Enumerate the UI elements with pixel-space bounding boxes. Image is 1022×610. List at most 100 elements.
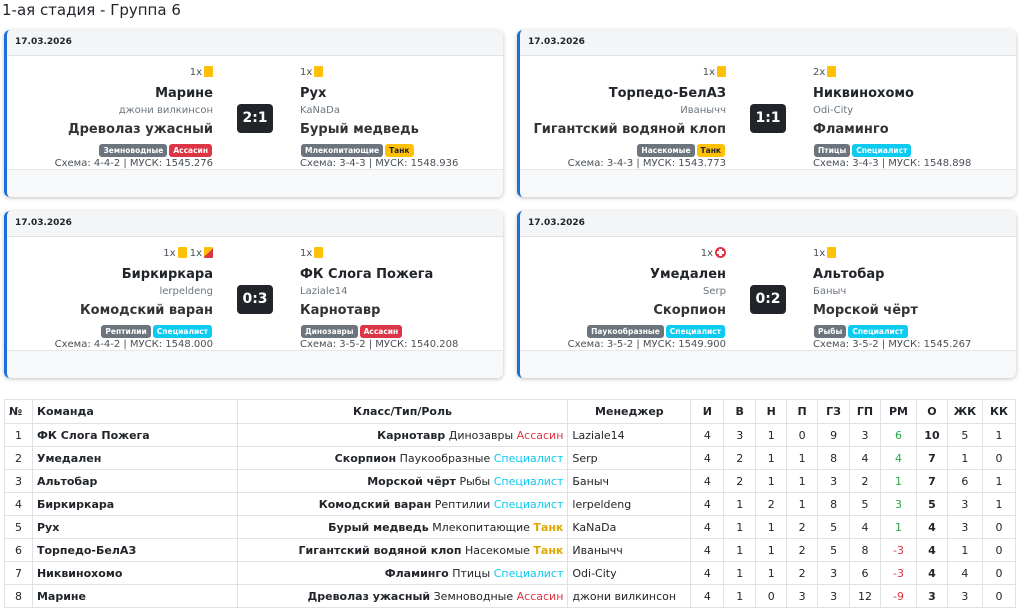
row-i: 4 (690, 423, 725, 447)
row-gf: 5 (817, 515, 851, 539)
row-class: Морской чёрт Рыбы Специалист (236, 469, 569, 493)
row-manager[interactable]: джони вилкинсон (567, 584, 692, 608)
manager-name[interactable]: Иванычч (520, 104, 726, 118)
row-type: Птицы (452, 566, 491, 580)
row-rc: 0 (981, 538, 1017, 562)
row-ga: 5 (849, 492, 882, 516)
row-type: Рептилии (434, 497, 491, 511)
match-score[interactable]: 0:2 (750, 285, 786, 314)
badges: Динозавры Ассасин (300, 322, 503, 338)
row-gd: 1 (880, 515, 917, 539)
row-team[interactable]: Никвинохомо (31, 561, 238, 585)
manager-name[interactable]: Serp (520, 285, 726, 299)
manager-name[interactable]: Баныч (813, 285, 1016, 299)
row-gd: 6 (880, 423, 917, 447)
match-score[interactable]: 2:1 (237, 104, 273, 133)
row-team[interactable]: Биркиркара (31, 492, 238, 516)
row-manager[interactable]: KaNaDa (567, 515, 692, 539)
row-manager[interactable]: Иванычч (567, 538, 692, 562)
row-manager[interactable]: Serp (567, 446, 692, 470)
badges: Рептилии Специалист (7, 322, 213, 338)
row-yc: 1 (946, 446, 983, 470)
type-badge: Динозавры (301, 325, 358, 338)
yellow-card-icon (827, 247, 837, 258)
yellow-card-icon (314, 66, 324, 77)
match-card[interactable]: 17.03.2026 1x 1x Биркиркара lerpeldeng Комод… (4, 211, 503, 378)
card-footer (7, 169, 503, 197)
match-date: 17.03.2026 (7, 30, 503, 56)
row-type: Рыбы (459, 474, 491, 488)
row-manager[interactable]: Laziale14 (567, 423, 692, 447)
row-rc: 0 (981, 561, 1017, 585)
manager-name[interactable]: KaNaDa (300, 104, 503, 118)
club-name[interactable]: Альтобар (813, 267, 1016, 283)
match-card[interactable]: 17.03.2026 1x Марине джони вилкинсон Древола… (4, 30, 503, 197)
club-name[interactable]: ФК Слога Пожега (300, 267, 503, 283)
row-rank: 4 (4, 492, 33, 516)
home-team: 1x Умедален Serp Скорпион Паукообразные Специ… (520, 237, 726, 352)
manager-name[interactable]: Laziale14 (300, 285, 503, 299)
club-name[interactable]: Умедален (520, 267, 726, 283)
row-class: Гигантский водяной клоп Насекомые Танк (236, 538, 569, 562)
row-yc: 1 (946, 538, 983, 562)
row-role: Танк (533, 520, 564, 534)
row-team[interactable]: Рух (31, 515, 238, 539)
badges: Рыбы Специалист (813, 322, 1016, 338)
cards-row: 1x (7, 66, 213, 80)
club-name[interactable]: Марине (7, 86, 213, 102)
club-name[interactable]: Торпедо-БелАЗ (520, 86, 726, 102)
row-gf: 3 (817, 584, 851, 608)
col-header: П (786, 399, 819, 424)
col-header: Н (755, 399, 788, 424)
row-role: Ассасин (516, 589, 564, 603)
club-name[interactable]: Рух (300, 86, 503, 102)
match-body: 1x 1x Биркиркара lerpeldeng Комодский варан… (7, 237, 503, 350)
row-gd: -9 (880, 584, 917, 608)
card-footer (7, 350, 503, 378)
manager-name[interactable]: lerpeldeng (7, 285, 213, 299)
row-l: 3 (786, 584, 819, 608)
match-score[interactable]: 1:1 (750, 104, 786, 133)
match-score[interactable]: 0:3 (237, 285, 273, 314)
row-points: 10 (915, 423, 948, 447)
row-class: Фламинго Птицы Специалист (236, 561, 569, 585)
row-ga: 3 (849, 423, 882, 447)
role-badge: Танк (385, 144, 414, 157)
row-type: Млекопитающие (432, 520, 530, 534)
manager-name[interactable]: джони вилкинсон (7, 104, 213, 118)
home-team: 1x Марине джони вилкинсон Древолаз ужасный З… (7, 56, 213, 171)
row-yc: 3 (946, 492, 983, 516)
row-points: 7 (915, 469, 948, 493)
row-w: 3 (723, 423, 757, 447)
club-name[interactable]: Биркиркара (7, 267, 213, 283)
row-class: Бурый медведь Млекопитающие Танк (236, 515, 569, 539)
manager-name[interactable]: Odi-City (813, 104, 1016, 118)
class-name: Скорпион (653, 303, 726, 318)
match-card[interactable]: 17.03.2026 1x Умедален Serp Скорпион Паукообр… (517, 211, 1016, 378)
row-team[interactable]: Торпедо-БелАЗ (31, 538, 238, 562)
cards-row: 1x (520, 247, 726, 261)
badges: Птицы Специалист (813, 141, 1016, 157)
row-team[interactable]: Марине (31, 584, 238, 608)
row-team[interactable]: ФК Слога Пожега (31, 423, 238, 447)
cards-count: 1x (813, 248, 826, 259)
row-w: 1 (723, 561, 757, 585)
row-team[interactable]: Альтобар (31, 469, 238, 493)
row-i: 4 (690, 469, 725, 493)
row-team[interactable]: Умедален (31, 446, 238, 470)
row-gf: 8 (817, 492, 851, 516)
row-w: 1 (723, 538, 757, 562)
match-body: 1x Марине джони вилкинсон Древолаз ужасный З… (7, 56, 503, 169)
yellow-card-icon (827, 66, 837, 77)
row-d: 2 (755, 492, 788, 516)
col-header: Менеджер (567, 399, 692, 424)
role-badge: Специалист (152, 325, 212, 338)
cards-count: 1x (702, 67, 715, 78)
row-manager[interactable]: lerpeldeng (567, 492, 692, 516)
row-manager[interactable]: Баныч (567, 469, 692, 493)
row-d: 1 (755, 446, 788, 470)
row-manager[interactable]: Odi-City (567, 561, 692, 585)
club-name[interactable]: Никвинохомо (813, 86, 1016, 102)
badges: Насекомые Танк (520, 141, 726, 157)
match-card[interactable]: 17.03.2026 1x Торпедо-БелАЗ Иванычч Гигантск… (517, 30, 1016, 197)
